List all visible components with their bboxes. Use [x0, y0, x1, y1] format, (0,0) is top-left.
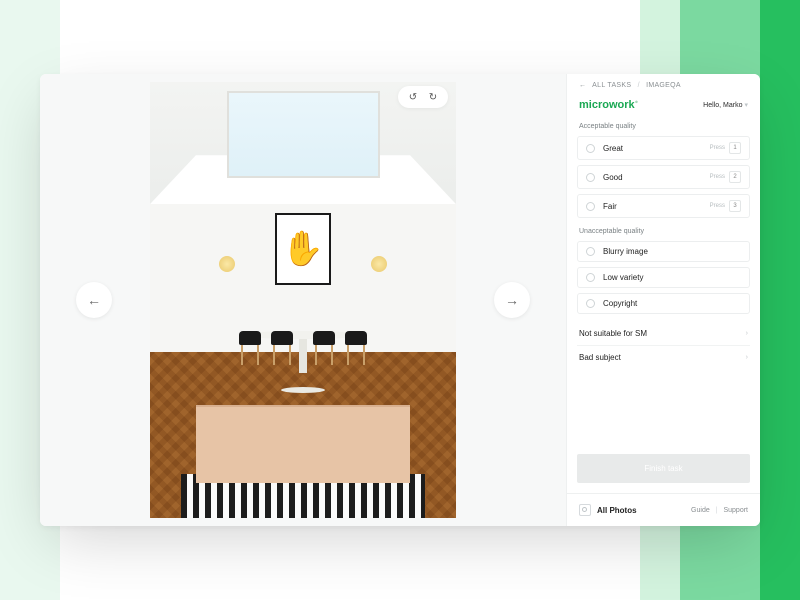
prev-image-button[interactable]: ←	[76, 282, 112, 318]
option-great[interactable]: Great Press 1	[577, 136, 750, 160]
hotkey-badge: 1	[729, 142, 741, 154]
finish-task-button[interactable]: Finish task	[577, 454, 750, 483]
radio-icon	[586, 273, 595, 282]
chevron-right-icon: ›	[746, 330, 748, 337]
radio-icon	[586, 299, 595, 308]
rotate-toolbar: ↺ ↻	[398, 86, 448, 108]
support-link[interactable]: Support	[723, 507, 748, 514]
option-good[interactable]: Good Press 2	[577, 165, 750, 189]
breadcrumb-root[interactable]: ALL TASKS	[592, 82, 631, 89]
radio-icon	[586, 247, 595, 256]
back-arrow-icon[interactable]: ←	[579, 82, 586, 89]
hotkey-badge: 3	[729, 200, 741, 212]
option-blurry[interactable]: Blurry image	[577, 241, 750, 262]
option-label: Good	[603, 173, 710, 182]
section-title-acceptable: Acceptable quality	[567, 123, 760, 136]
acceptable-options: Great Press 1 Good Press 2 Fair Press 3	[567, 136, 760, 218]
breadcrumb-current: IMAGEQA	[646, 82, 681, 89]
rotate-left-icon[interactable]: ↺	[406, 90, 420, 104]
app-window: ✋ ← → ↺ ↻ ← ALL TASKS / IMAGEQA	[40, 74, 760, 526]
option-label: Low variety	[603, 273, 741, 282]
option-label: Great	[603, 144, 710, 153]
radio-icon	[586, 173, 595, 182]
sidebar-footer: All Photos Guide | Support	[567, 493, 760, 526]
option-label: Copyright	[603, 299, 741, 308]
task-image: ✋	[150, 82, 456, 518]
option-label: Blurry image	[603, 247, 741, 256]
radio-icon	[586, 202, 595, 211]
photos-icon	[579, 504, 591, 516]
chevron-down-icon: ▾	[744, 102, 748, 109]
image-viewer: ✋ ← → ↺ ↻	[40, 74, 566, 526]
section-title-unacceptable: Unacceptable quality	[567, 218, 760, 241]
option-fair[interactable]: Fair Press 3	[577, 194, 750, 218]
hotkey-badge: 2	[729, 171, 741, 183]
unacceptable-options: Blurry image Low variety Copyright	[567, 241, 760, 314]
chevron-right-icon: ›	[746, 354, 748, 361]
brand-logo: microwork●	[579, 99, 638, 111]
image-canvas: ✋	[150, 82, 456, 518]
expander-not-suitable[interactable]: Not suitable for SM ›	[577, 322, 750, 346]
rotate-right-icon[interactable]: ↻	[426, 90, 440, 104]
option-label: Fair	[603, 202, 710, 211]
breadcrumb: ← ALL TASKS / IMAGEQA	[567, 74, 760, 95]
all-photos-link[interactable]: All Photos	[597, 506, 637, 515]
expander-list: Not suitable for SM › Bad subject ›	[567, 314, 760, 369]
sidebar: ← ALL TASKS / IMAGEQA microwork● Hello, …	[566, 74, 760, 526]
option-low-variety[interactable]: Low variety	[577, 267, 750, 288]
guide-link[interactable]: Guide	[691, 507, 710, 514]
user-menu[interactable]: Hello, Marko▾	[703, 101, 748, 109]
expander-bad-subject[interactable]: Bad subject ›	[577, 346, 750, 369]
next-image-button[interactable]: →	[494, 282, 530, 318]
option-copyright[interactable]: Copyright	[577, 293, 750, 314]
radio-icon	[586, 144, 595, 153]
